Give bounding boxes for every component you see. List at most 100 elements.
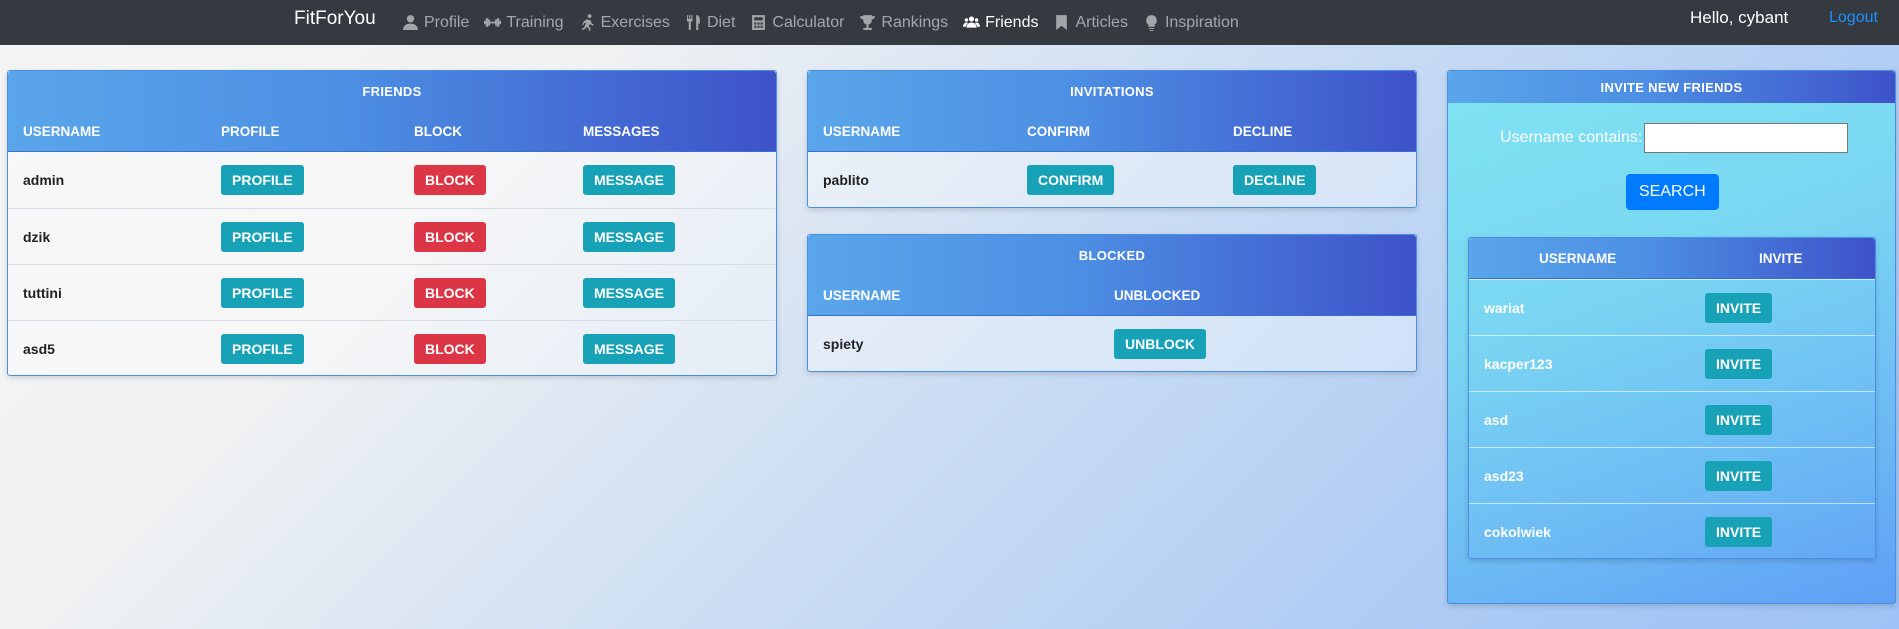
decline-button[interactable]: DECLINE: [1233, 165, 1317, 195]
table-header: USERNAME CONFIRM DECLINE: [808, 111, 1416, 152]
calculator-icon: [752, 15, 766, 30]
invite-button[interactable]: INVITE: [1705, 348, 1773, 379]
message-button[interactable]: MESSAGE: [583, 277, 676, 308]
bookmark-icon: [1056, 15, 1068, 30]
friends-table-body: admin PROFILE BLOCK MESSAGE dzik PROFILE…: [8, 152, 776, 376]
invitations-panel: INVITATIONS USERNAME CONFIRM DECLINE pab…: [807, 70, 1417, 208]
nav-link-calculator[interactable]: Calculator: [750, 14, 844, 32]
invite-candidates-table: USERNAME INVITE wariat INVITE kacper123 …: [1468, 237, 1876, 559]
nav-link-rankings[interactable]: Rankings: [859, 14, 948, 32]
table-row: wariat INVITE: [1469, 279, 1875, 335]
table-row: asd23 INVITE: [1469, 447, 1875, 503]
column-header-username: USERNAME: [1539, 250, 1617, 266]
logout-link[interactable]: Logout: [1829, 9, 1878, 27]
friend-username: dzik: [23, 228, 51, 245]
column-header-invite: INVITE: [1759, 250, 1803, 266]
utensils-icon: [687, 15, 700, 30]
search-row: Username contains:: [1500, 123, 1849, 153]
user-greeting: Hello, cybant: [1690, 8, 1789, 27]
panel-title: INVITATIONS: [808, 71, 1416, 111]
blocked-username: spiety: [823, 336, 864, 352]
nav-link-exercises[interactable]: Exercises: [579, 14, 670, 32]
invite-table-body: wariat INVITE kacper123 INVITE asd INVIT…: [1469, 279, 1875, 559]
column-header-username: USERNAME: [823, 287, 901, 303]
table-row: cokolwiek INVITE: [1469, 503, 1875, 559]
nav-link-label: Rankings: [881, 13, 949, 31]
lightbulb-icon: [1146, 15, 1157, 31]
confirm-button[interactable]: CONFIRM: [1027, 165, 1115, 195]
column-header-unblocked: UNBLOCKED: [1114, 287, 1201, 303]
invite-new-friends-panel: INVITE NEW FRIENDS Username contains: SE…: [1447, 70, 1896, 604]
running-icon: [581, 14, 594, 31]
nav-link-label: Training: [506, 13, 564, 31]
username-search-input[interactable]: [1644, 123, 1849, 153]
panel-title: INVITE NEW FRIENDS: [1448, 71, 1895, 103]
column-header-decline: DECLINE: [1233, 123, 1293, 139]
dumbbell-icon: [484, 18, 502, 27]
invite-button[interactable]: INVITE: [1705, 516, 1773, 547]
block-button[interactable]: BLOCK: [414, 221, 486, 252]
profile-button[interactable]: PROFILE: [221, 165, 304, 195]
table-row: asd INVITE: [1469, 391, 1875, 447]
column-header-profile: PROFILE: [221, 123, 280, 139]
search-label: Username contains:: [1500, 129, 1643, 146]
profile-button[interactable]: PROFILE: [221, 333, 304, 364]
profile-button[interactable]: PROFILE: [221, 221, 304, 252]
invite-button[interactable]: INVITE: [1705, 460, 1773, 491]
panel-title: FRIENDS: [8, 71, 776, 111]
table-row: asd5 PROFILE BLOCK MESSAGE: [8, 320, 776, 376]
candidate-username: wariat: [1484, 299, 1525, 316]
nav-link-diet[interactable]: Diet: [685, 14, 735, 32]
nav-link-inspiration[interactable]: Inspiration: [1143, 14, 1239, 32]
search-button[interactable]: SEARCH: [1626, 174, 1719, 210]
table-row: dzik PROFILE BLOCK MESSAGE: [8, 208, 776, 264]
candidate-username: kacper123: [1484, 355, 1553, 372]
column-header-confirm: CONFIRM: [1027, 123, 1090, 139]
nav-link-profile[interactable]: Profile: [402, 14, 469, 32]
table-row: kacper123 INVITE: [1469, 335, 1875, 391]
block-button[interactable]: BLOCK: [414, 333, 486, 364]
nav-link-label: Exercises: [600, 13, 670, 31]
column-header-block: BLOCK: [414, 123, 462, 139]
column-header-messages: MESSAGES: [583, 123, 660, 139]
blocked-panel: BLOCKED USERNAME UNBLOCKED spiety UNBLOC…: [807, 234, 1417, 372]
nav-link-label: Profile: [424, 13, 470, 31]
brand-logo[interactable]: FitForYou: [294, 8, 376, 30]
trophy-icon: [860, 15, 876, 30]
message-button[interactable]: MESSAGE: [583, 221, 676, 252]
friend-username: admin: [23, 172, 65, 188]
nav-link-training[interactable]: Training: [484, 13, 564, 32]
message-button[interactable]: MESSAGE: [583, 165, 676, 195]
blocked-table-body: spiety UNBLOCK: [808, 316, 1416, 372]
invite-button[interactable]: INVITE: [1705, 404, 1773, 435]
candidate-username: asd23: [1484, 467, 1524, 484]
friends-panel: FRIENDS USERNAME PROFILE BLOCK MESSAGES …: [7, 70, 777, 376]
nav-link-label: Articles: [1075, 13, 1128, 31]
candidate-username: asd: [1484, 411, 1509, 428]
block-button[interactable]: BLOCK: [414, 277, 486, 308]
block-button[interactable]: BLOCK: [414, 165, 486, 195]
invitation-username: pablito: [823, 172, 869, 188]
candidate-username: cokolwiek: [1484, 523, 1551, 540]
top-navbar: FitForYou Profile Training Exercises Die…: [0, 0, 1899, 45]
nav-links: Profile Training Exercises Diet Calculat…: [402, 0, 1254, 45]
nav-link-articles[interactable]: Articles: [1053, 13, 1128, 32]
friend-username: tuttini: [23, 284, 62, 301]
nav-link-friends[interactable]: Friends: [963, 14, 1038, 32]
friend-username: asd5: [23, 340, 55, 357]
nav-link-label: Diet: [706, 13, 736, 31]
users-icon: [963, 16, 981, 28]
nav-link-label: Inspiration: [1164, 13, 1239, 31]
column-header-username: USERNAME: [23, 123, 101, 139]
invite-button[interactable]: INVITE: [1705, 292, 1773, 323]
column-header-username: USERNAME: [823, 123, 901, 139]
unblock-button[interactable]: UNBLOCK: [1114, 329, 1206, 359]
table-row: admin PROFILE BLOCK MESSAGE: [8, 152, 776, 208]
table-header: USERNAME INVITE: [1469, 238, 1875, 279]
nav-link-label: Friends: [985, 13, 1039, 31]
message-button[interactable]: MESSAGE: [583, 333, 676, 364]
panel-title: BLOCKED: [808, 235, 1416, 275]
table-header: USERNAME PROFILE BLOCK MESSAGES: [8, 111, 776, 152]
table-row: pablito CONFIRM DECLINE: [808, 152, 1416, 208]
profile-button[interactable]: PROFILE: [221, 277, 304, 308]
